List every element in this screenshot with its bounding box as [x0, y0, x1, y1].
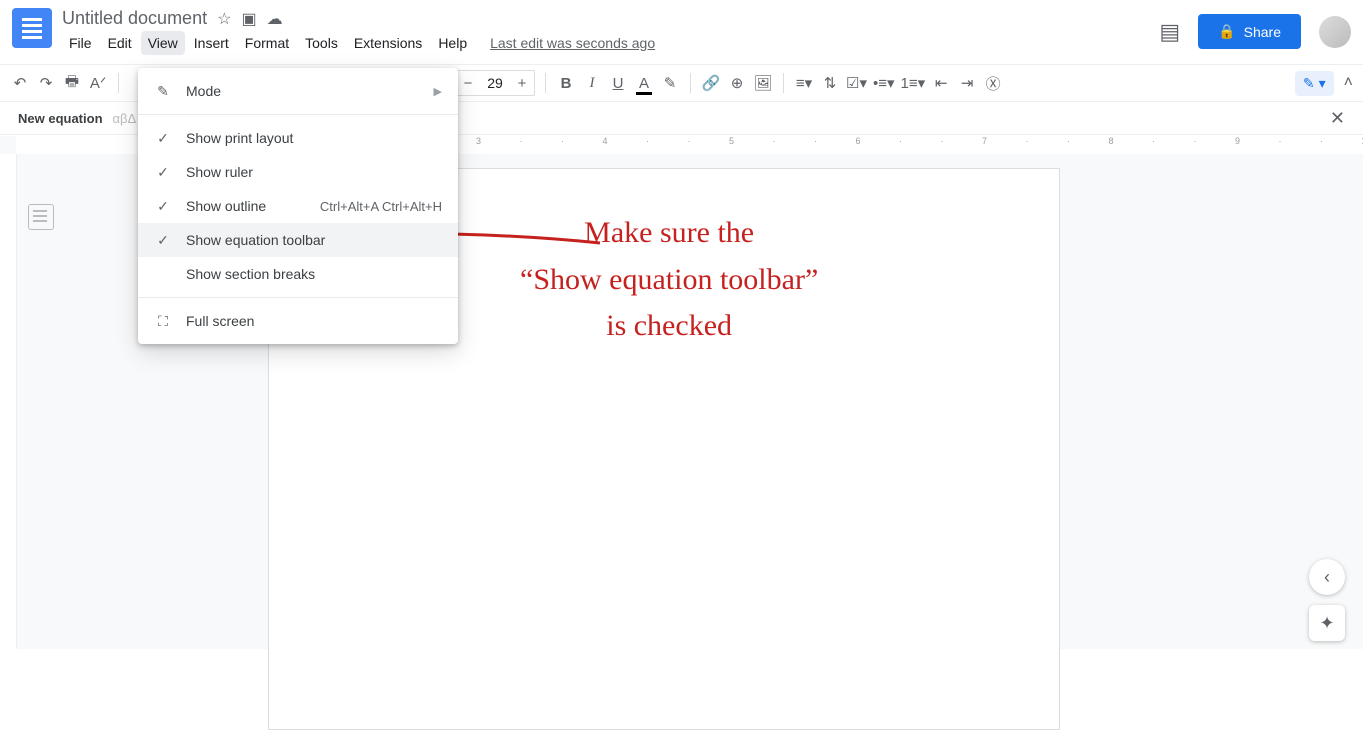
italic-icon[interactable]: I: [582, 71, 602, 95]
explore-icon[interactable]: ✦: [1309, 605, 1345, 641]
move-icon[interactable]: ▣: [241, 9, 256, 29]
star-icon[interactable]: ☆: [217, 9, 231, 29]
check-icon: ✓: [154, 232, 172, 249]
share-button[interactable]: 🔒 Share: [1198, 14, 1301, 49]
redo-icon[interactable]: ↷: [36, 71, 56, 95]
document-outline-icon[interactable]: [28, 204, 54, 230]
app-header: Untitled document ☆ ▣ ☁ File Edit View I…: [0, 0, 1363, 64]
font-size-minus[interactable]: −: [456, 71, 480, 95]
left-gutter: [16, 154, 66, 230]
check-icon: ✓: [154, 198, 172, 215]
menu-edit[interactable]: Edit: [101, 31, 139, 55]
highlight-icon[interactable]: ✎: [660, 71, 680, 95]
menu-item-show-equation-toolbar[interactable]: ✓ Show equation toolbar: [138, 223, 458, 257]
menu-insert[interactable]: Insert: [187, 31, 236, 55]
side-panel-toggle-icon[interactable]: ‹: [1309, 559, 1345, 595]
view-menu-dropdown: ✎ Mode ▶ ✓ Show print layout ✓ Show rule…: [138, 68, 458, 344]
comments-icon[interactable]: ▤: [1159, 19, 1180, 45]
new-equation-button[interactable]: New equation: [18, 111, 103, 126]
submenu-arrow-icon: ▶: [434, 85, 442, 98]
check-icon: ✓: [154, 130, 172, 147]
pencil-icon: ✎: [154, 83, 172, 100]
font-size-stepper[interactable]: − 29 +: [455, 70, 535, 96]
menu-item-show-print-layout[interactable]: ✓ Show print layout: [138, 121, 458, 155]
underline-icon[interactable]: U: [608, 71, 628, 95]
menu-extensions[interactable]: Extensions: [347, 31, 429, 55]
menu-item-show-section-breaks[interactable]: Show section breaks: [138, 257, 458, 291]
title-block: Untitled document ☆ ▣ ☁ File Edit View I…: [62, 8, 1159, 55]
menu-item-show-outline[interactable]: ✓ Show outline Ctrl+Alt+A Ctrl+Alt+H: [138, 189, 458, 223]
chevron-down-icon: ▾: [1319, 75, 1326, 92]
editing-mode-button[interactable]: ✎ ▾: [1295, 71, 1334, 96]
share-button-label: Share: [1244, 24, 1281, 40]
vertical-ruler[interactable]: [0, 154, 17, 649]
menu-view[interactable]: View: [141, 31, 185, 55]
menu-bar: File Edit View Insert Format Tools Exten…: [62, 31, 1159, 55]
cloud-status-icon[interactable]: ☁: [267, 9, 283, 29]
greek-letters-button[interactable]: αβΔ: [113, 111, 137, 126]
docs-logo-icon[interactable]: [12, 8, 52, 48]
menu-item-full-screen[interactable]: ⛶ Full screen: [138, 304, 458, 338]
text-color-icon[interactable]: A: [634, 71, 654, 95]
menu-tools[interactable]: Tools: [298, 31, 345, 55]
close-equation-toolbar-icon[interactable]: ✕: [1330, 108, 1345, 129]
account-avatar[interactable]: [1319, 16, 1351, 48]
menu-item-show-ruler[interactable]: ✓ Show ruler: [138, 155, 458, 189]
lock-icon: 🔒: [1218, 23, 1235, 40]
menu-format[interactable]: Format: [238, 31, 296, 55]
bulleted-list-icon[interactable]: •≡▾: [873, 71, 895, 95]
spellcheck-icon[interactable]: Aᐟ: [88, 71, 108, 95]
print-icon[interactable]: 🖶: [62, 71, 82, 95]
font-size-value[interactable]: 29: [480, 75, 510, 91]
fullscreen-icon: ⛶: [154, 313, 172, 330]
undo-icon[interactable]: ↶: [10, 71, 30, 95]
check-icon: ✓: [154, 164, 172, 181]
insert-comment-icon[interactable]: ⊕: [727, 71, 747, 95]
checklist-icon[interactable]: ☑▾: [846, 71, 867, 95]
menu-file[interactable]: File: [62, 31, 99, 55]
font-size-plus[interactable]: +: [510, 71, 534, 95]
clear-formatting-icon[interactable]: Ⓧ: [983, 71, 1003, 95]
document-title[interactable]: Untitled document: [62, 8, 207, 29]
indent-increase-icon[interactable]: ⇥: [957, 71, 977, 95]
menu-help[interactable]: Help: [431, 31, 474, 55]
insert-image-icon[interactable]: 🖼: [753, 71, 773, 95]
pencil-icon: ✎: [1303, 75, 1315, 92]
last-edit-link[interactable]: Last edit was seconds ago: [490, 35, 655, 51]
hide-menus-icon[interactable]: ˄: [1344, 74, 1353, 92]
indent-decrease-icon[interactable]: ⇤: [931, 71, 951, 95]
align-icon[interactable]: ≡▾: [794, 71, 814, 95]
line-spacing-icon[interactable]: ⇅: [820, 71, 840, 95]
insert-link-icon[interactable]: 🔗: [701, 71, 721, 95]
bold-icon[interactable]: B: [556, 71, 576, 95]
numbered-list-icon[interactable]: 1≡▾: [901, 71, 926, 95]
menu-item-mode[interactable]: ✎ Mode ▶: [138, 74, 458, 108]
